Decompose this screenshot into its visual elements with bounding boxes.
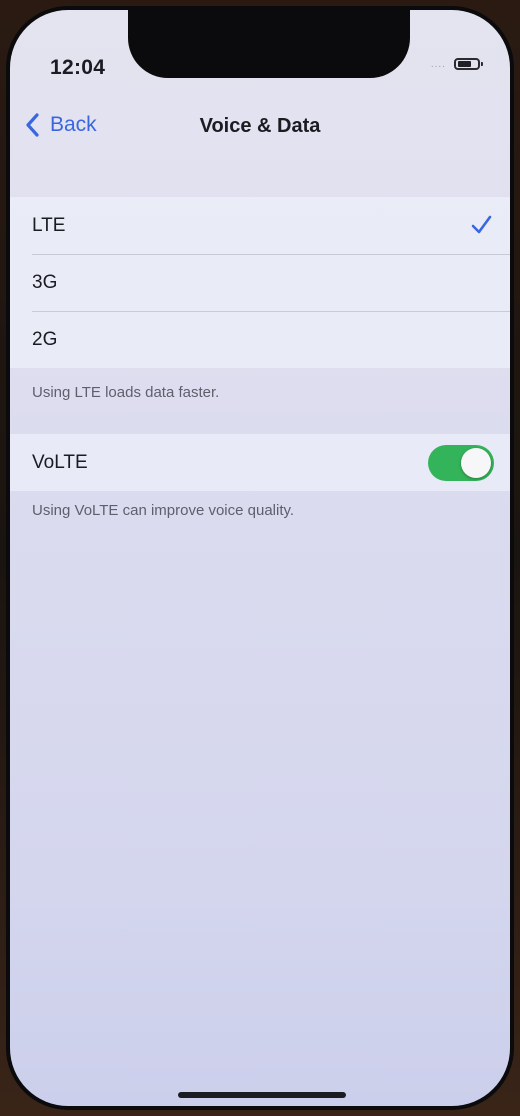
home-indicator[interactable] (178, 1092, 346, 1098)
navigation-bar: Back Voice & Data (10, 102, 510, 154)
phone-body: 12:04 .... Back Voice & Data LTE 3G 2G U… (6, 6, 514, 1110)
notch (128, 10, 410, 78)
volte-label: VoLTE (32, 451, 88, 473)
signal-icon: .... (430, 58, 446, 70)
status-indicators: .... (430, 58, 483, 70)
option-label: 2G (32, 328, 58, 350)
volte-toggle[interactable] (428, 445, 494, 481)
screen: 12:04 .... Back Voice & Data LTE 3G 2G U… (10, 10, 510, 1106)
page-title: Voice & Data (199, 115, 321, 137)
network-options-group: LTE 3G 2G (10, 197, 510, 368)
checkmark-icon (471, 215, 492, 234)
option-label: LTE (32, 214, 66, 236)
status-time: 12:04 (50, 56, 106, 79)
network-footer-note: Using LTE loads data faster. (32, 384, 220, 401)
option-row-lte[interactable]: LTE (10, 197, 510, 254)
toggle-knob (461, 448, 491, 478)
option-row-3g[interactable]: 3G (10, 254, 510, 311)
volte-group: VoLTE (10, 434, 510, 491)
battery-icon (454, 58, 483, 70)
volte-footer-note: Using VoLTE can improve voice quality. (32, 502, 295, 519)
option-row-2g[interactable]: 2G (10, 311, 510, 368)
option-label: 3G (32, 271, 58, 293)
volte-row: VoLTE (10, 434, 510, 491)
